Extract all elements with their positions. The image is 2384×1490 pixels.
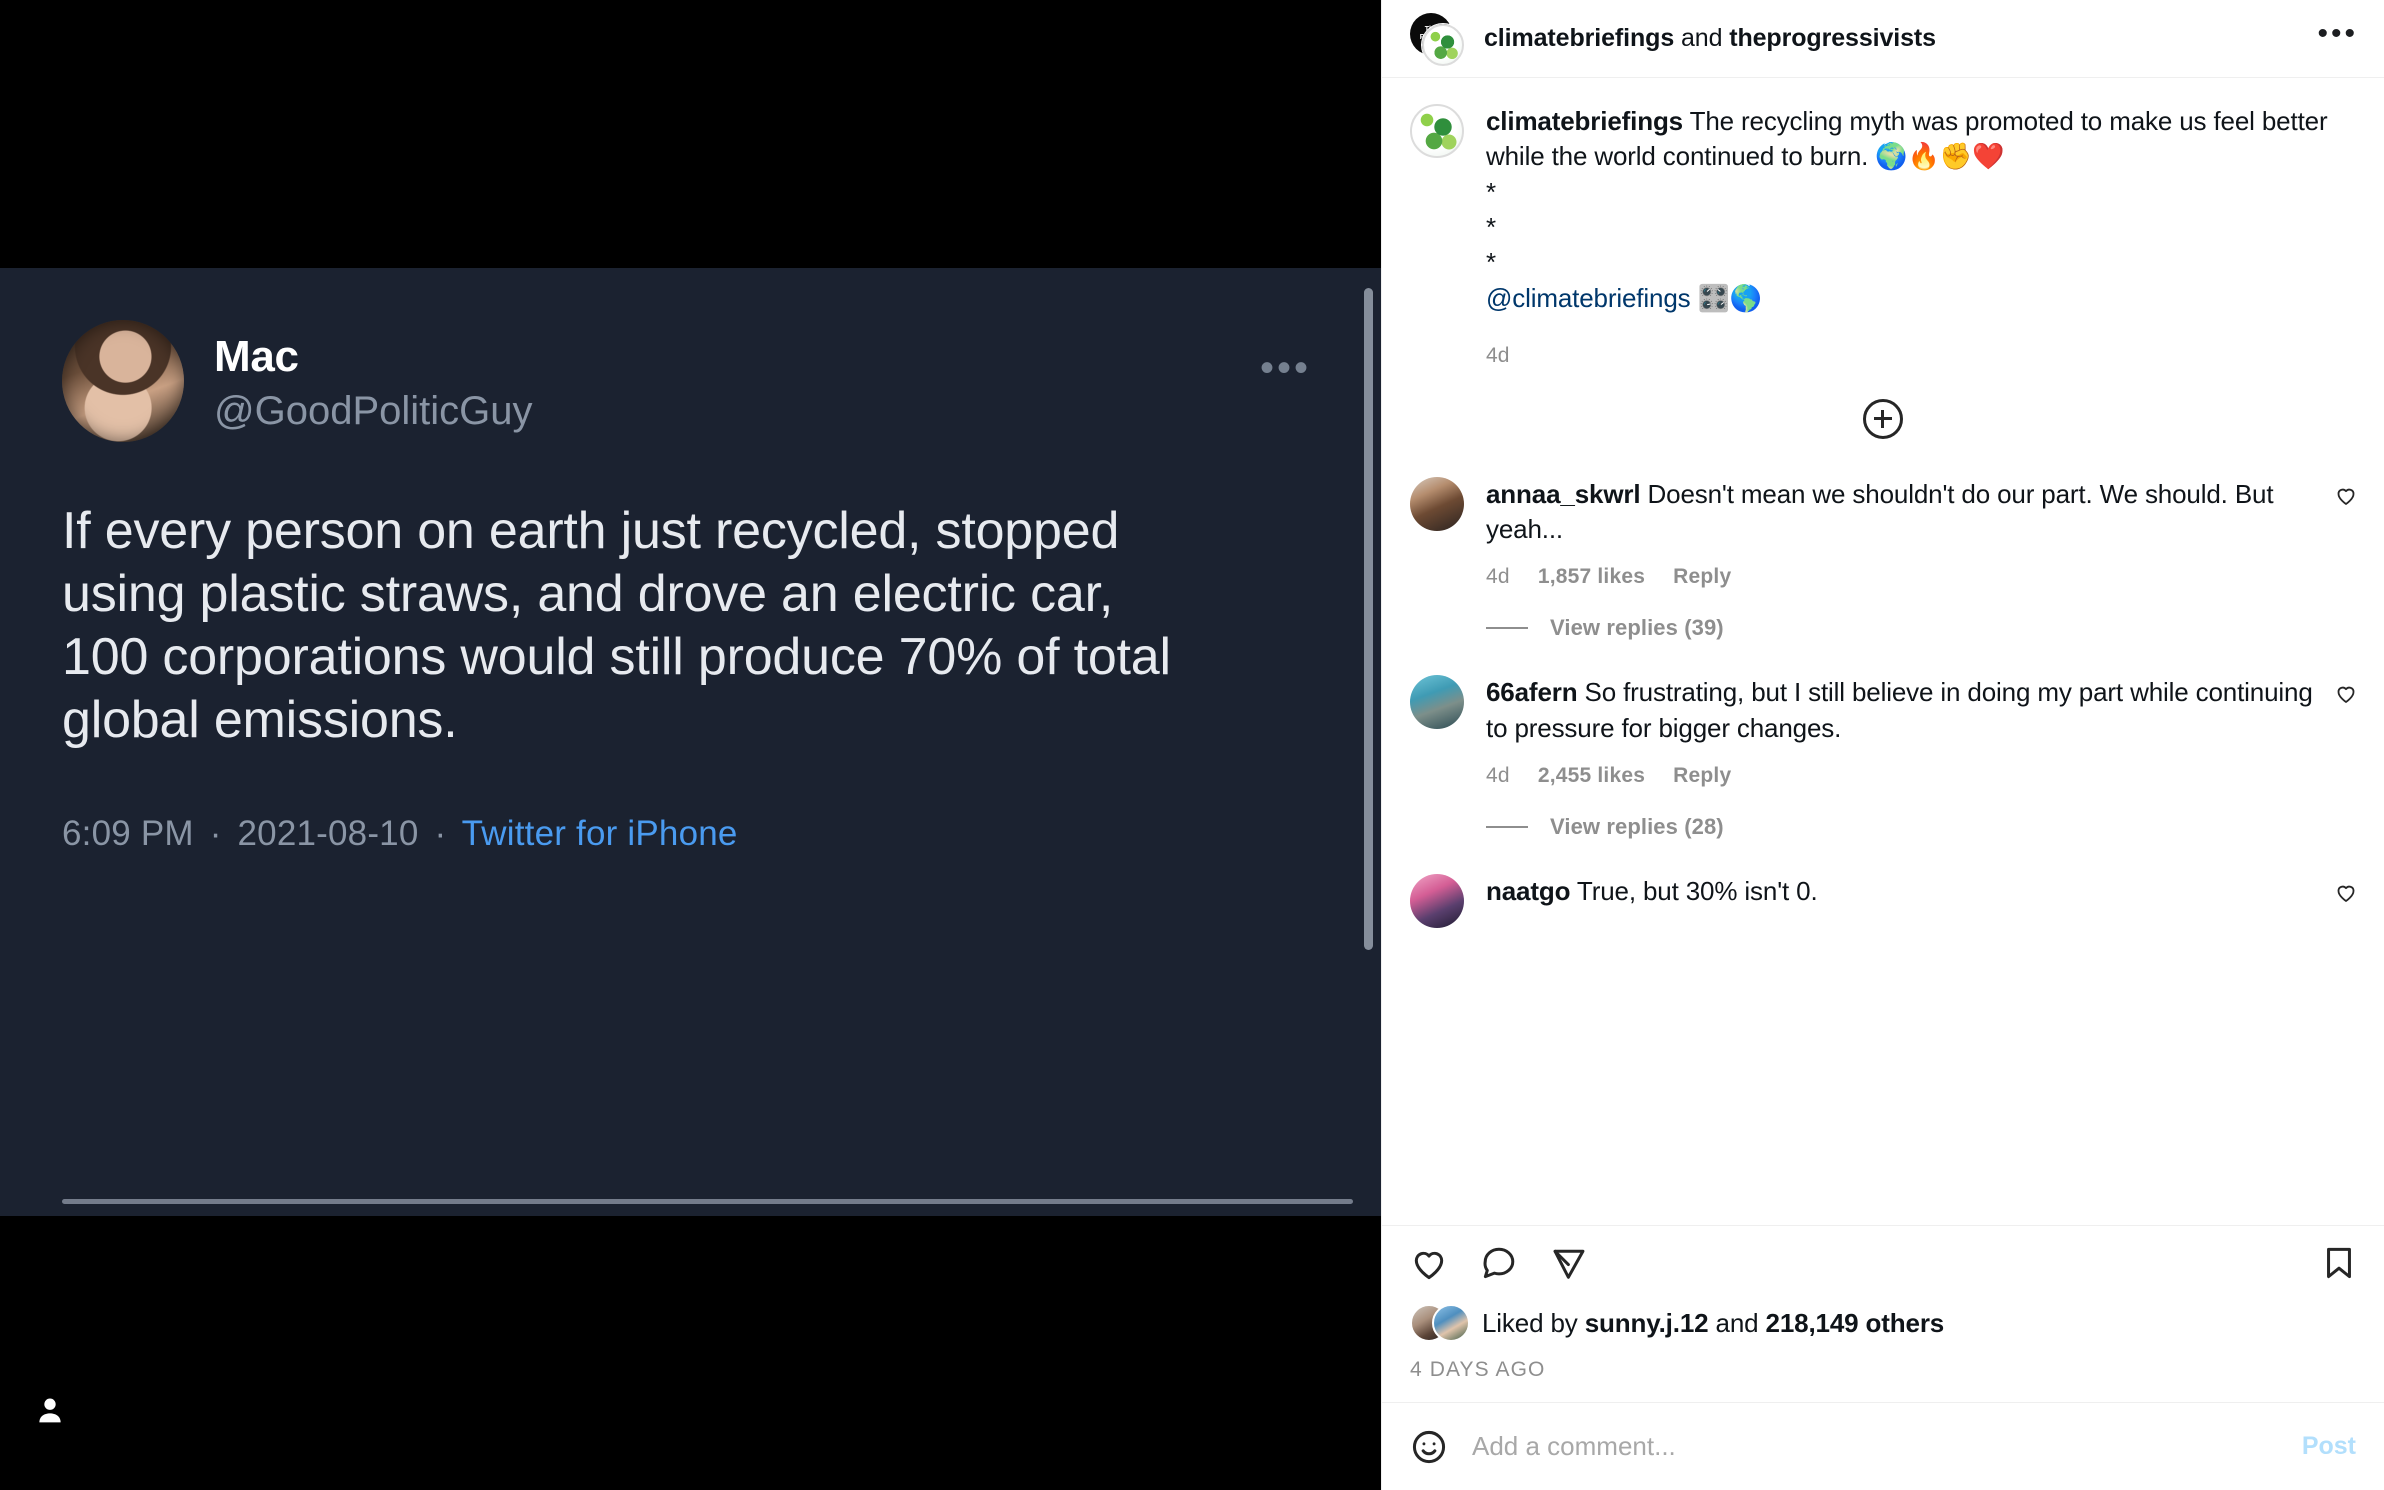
caption-avatar-globe-icon[interactable] (1410, 104, 1464, 158)
post-header: The Progre climatebriefings and theprogr… (1382, 0, 2384, 78)
liked-by-avatars (1410, 1304, 1470, 1342)
caption-mention-emoji: 🎛️🌎 (1690, 282, 1763, 313)
comment-text: 66afern So frustrating, but I still beli… (1486, 675, 2320, 746)
view-replies-button[interactable]: View replies (39) (1382, 589, 2384, 645)
liked-by-text: Liked by sunny.j.12 and 218,149 others (1482, 1308, 1944, 1339)
comment-item: annaa_skwrl Doesn't mean we shouldn't do… (1382, 461, 2384, 590)
liked-by-prefix: Liked by (1482, 1307, 1585, 1338)
header-owner-username[interactable]: climatebriefings (1484, 24, 1674, 52)
tweet-divider (62, 1199, 1353, 1204)
caption-line-2: * (1486, 176, 1496, 207)
post-action-bar: Liked by sunny.j.12 and 218,149 others 4… (1382, 1225, 2384, 1402)
caption-text-block: climatebriefings The recycling myth was … (1486, 104, 2354, 371)
tweet-meta-separator-2: · (434, 813, 447, 853)
tweet-scrollbar (1364, 288, 1373, 950)
owner-avatar-globe-icon (1422, 23, 1464, 66)
caption-line-3: * (1486, 212, 1496, 243)
post-caption: climatebriefings The recycling myth was … (1382, 78, 2384, 371)
comment-main: annaa_skwrl Doesn't mean we shouldn't do… (1486, 477, 2354, 590)
comment-time: 4d (1486, 764, 1510, 788)
add-comment-bar: Post (1382, 1402, 2384, 1490)
tweet-screenshot-card: Mac @GoodPoliticGuy ••• If every person … (0, 268, 1381, 1216)
post-header-title: climatebriefings and theprogressivists (1484, 24, 1936, 53)
comment-likes[interactable]: 2,455 likes (1538, 764, 1645, 787)
avatar[interactable] (1410, 675, 1464, 730)
post-options-icon[interactable]: ••• (2317, 18, 2358, 59)
tweet-more-icon: ••• (1259, 346, 1311, 390)
comment-item: 66afern So frustrating, but I still beli… (1382, 645, 2384, 788)
avatar (1432, 1304, 1470, 1342)
comment-time: 4d (1486, 565, 1510, 589)
heart-icon[interactable] (2334, 483, 2358, 507)
smiley-face-icon[interactable] (1410, 1428, 1448, 1466)
tweet-handle: @GoodPoliticGuy (214, 389, 533, 434)
tweet-author-names: Mac @GoodPoliticGuy (214, 320, 533, 437)
comment-likes[interactable]: 1,857 likes (1538, 565, 1645, 588)
view-replies-dash (1486, 627, 1528, 630)
liked-by-username[interactable]: sunny.j.12 (1585, 1308, 1709, 1338)
tweet-header: Mac @GoodPoliticGuy ••• (62, 320, 1321, 442)
post-timestamp: 4 DAYS AGO (1410, 1358, 1546, 1381)
comment-bubble-icon[interactable] (1480, 1244, 1518, 1282)
view-replies-dash (1486, 826, 1528, 829)
view-replies-button[interactable]: View replies (28) (1382, 788, 2384, 844)
caption-timestamp: 4d (1486, 344, 1510, 368)
caption-line-first: climatebriefings The recycling myth was … (1486, 104, 2354, 175)
caption-mention-line: @climatebriefings 🎛️🌎 (1486, 281, 2354, 316)
person-icon[interactable] (33, 1394, 67, 1428)
comment-body: So frustrating, but I still believe in d… (1486, 677, 2313, 743)
view-replies-label: View replies (28) (1550, 814, 1724, 840)
comment-meta: 4d 1,857 likes Reply (1486, 565, 2320, 589)
comment-reply-button[interactable]: Reply (1673, 764, 1731, 787)
post-media-pane[interactable]: Mac @GoodPoliticGuy ••• If every person … (0, 0, 1381, 1490)
comment-main: 66afern So frustrating, but I still beli… (1486, 675, 2354, 788)
post-comments-scroll[interactable]: climatebriefings The recycling myth was … (1382, 78, 2384, 1225)
comment-item: naatgo True, but 30% isn't 0. (1382, 844, 2384, 929)
header-conjunction: and (1674, 24, 1730, 52)
comment-reply-button[interactable]: Reply (1673, 565, 1731, 588)
comment-text: annaa_skwrl Doesn't mean we shouldn't do… (1486, 477, 2320, 548)
add-comment-input[interactable] (1472, 1431, 2286, 1462)
bookmark-icon[interactable] (2320, 1244, 2358, 1282)
liked-by-row[interactable]: Liked by sunny.j.12 and 218,149 others (1410, 1304, 2358, 1342)
tweet-meta-separator-1: · (209, 813, 222, 853)
liked-by-middle: and (1708, 1307, 1766, 1338)
tweet-author-avatar (62, 320, 184, 442)
tweet-display-name: Mac (214, 332, 299, 381)
tweet-meta: 6:09 PM · 2021-08-10 · Twitter for iPhon… (62, 814, 1321, 854)
header-collaborator-username[interactable]: theprogressivists (1729, 24, 1936, 52)
view-replies-label: View replies (39) (1550, 615, 1724, 641)
caption-mention-link[interactable]: @climatebriefings (1486, 283, 1691, 313)
comment-username[interactable]: 66afern (1486, 677, 1578, 707)
tweet-date: 2021-08-10 (237, 813, 419, 853)
header-avatar-group[interactable]: The Progre (1410, 12, 1464, 66)
tweet-time: 6:09 PM (62, 813, 194, 853)
avatar[interactable] (1410, 874, 1464, 929)
comment-body: True, but 30% isn't 0. (1570, 876, 1818, 907)
caption-username[interactable]: climatebriefings (1486, 106, 1683, 136)
paper-plane-icon[interactable] (1550, 1244, 1588, 1282)
post-comment-button[interactable]: Post (2286, 1432, 2356, 1461)
action-icon-row (1410, 1244, 2358, 1282)
avatar[interactable] (1410, 476, 1464, 531)
comment-username[interactable]: naatgo (1486, 876, 1570, 906)
liked-by-count[interactable]: 218,149 others (1766, 1308, 1945, 1338)
comment-username[interactable]: annaa_skwrl (1486, 479, 1641, 509)
comment-text: naatgo True, but 30% isn't 0. (1486, 874, 2320, 909)
tweet-body-text: If every person on earth just recycled, … (62, 502, 1171, 749)
comment-main: naatgo True, but 30% isn't 0. (1486, 874, 2354, 928)
tweet-inner: Mac @GoodPoliticGuy ••• If every person … (0, 268, 1381, 1216)
comment-meta: 4d 2,455 likes Reply (1486, 764, 2320, 788)
tweet-source-link: Twitter for iPhone (461, 813, 738, 853)
caption-line-4: * (1486, 247, 1496, 278)
plus-circle-icon[interactable] (1863, 398, 1903, 439)
heart-icon[interactable] (1410, 1244, 1448, 1282)
load-more-comments-row (1382, 371, 2384, 461)
post-sidebar: The Progre climatebriefings and theprogr… (1381, 0, 2384, 1490)
instagram-post-view: Mac @GoodPoliticGuy ••• If every person … (0, 0, 2384, 1490)
heart-icon[interactable] (2334, 880, 2358, 904)
heart-icon[interactable] (2334, 681, 2358, 705)
